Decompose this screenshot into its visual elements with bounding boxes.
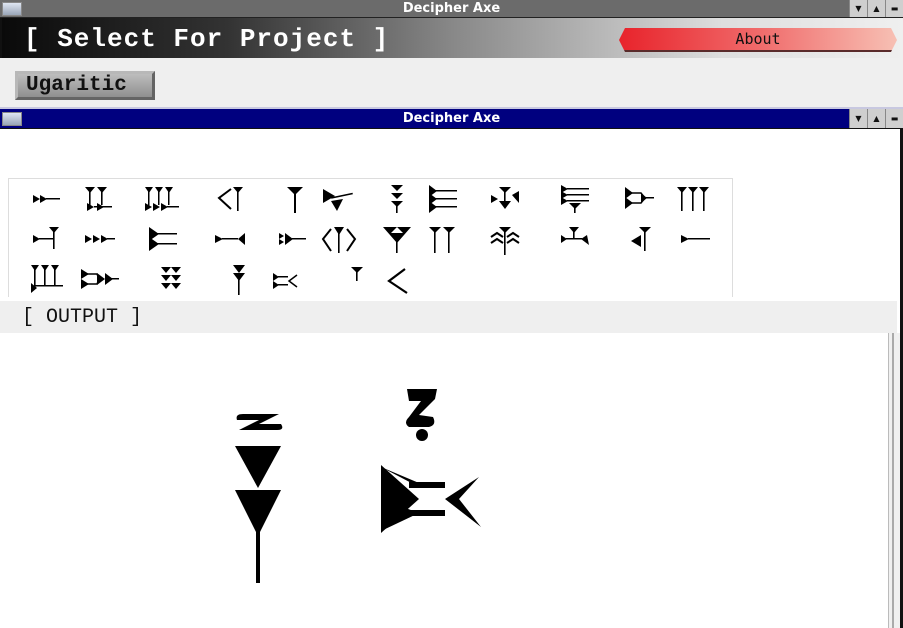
glyph-13-icon: [33, 227, 59, 249]
key-glyph-25[interactable]: [25, 261, 69, 297]
output-label: [ OUTPUT ]: [22, 306, 143, 329]
output-area: [14, 333, 886, 628]
page-title: [ Select For Project ]: [24, 24, 390, 54]
close-button[interactable]: ▬: [885, 0, 903, 17]
key-glyph-31[interactable]: [375, 261, 419, 297]
glyph-23-icon: [631, 227, 651, 251]
project-ugaritic-button[interactable]: Ugaritic: [15, 71, 155, 100]
glyph-28-icon: [233, 265, 245, 295]
key-glyph-1[interactable]: [25, 181, 69, 217]
main-title-bar[interactable]: Decipher Axe ▼ ▲ ▬: [0, 0, 903, 18]
glyph-15-icon: [149, 227, 177, 251]
key-glyph-14[interactable]: [77, 221, 121, 257]
key-glyph-21[interactable]: [483, 221, 527, 257]
key-glyph-27[interactable]: [149, 261, 193, 297]
subwindow-maximize-button[interactable]: ▲: [867, 109, 885, 128]
key-glyph-10[interactable]: [553, 181, 597, 217]
keyboard-row: [9, 261, 732, 299]
glyph-2-icon: [85, 187, 112, 211]
key-glyph-3[interactable]: [141, 181, 185, 217]
subwindow-title: Decipher Axe: [402, 111, 501, 126]
glyph-27-icon: [161, 267, 181, 289]
glyph-7-icon: [391, 185, 403, 213]
output-scrollbar[interactable]: [888, 333, 900, 628]
glyph-24-icon: [681, 235, 710, 243]
key-glyph-15[interactable]: [141, 221, 185, 257]
about-button[interactable]: About: [619, 28, 897, 52]
glyph-22-icon: [561, 227, 589, 245]
glyph-8-icon: [429, 185, 457, 213]
glyph-6-icon: [323, 189, 353, 211]
key-glyph-16[interactable]: [209, 221, 253, 257]
key-glyph-9[interactable]: [483, 181, 527, 217]
key-glyph-28[interactable]: [217, 261, 261, 297]
glyph-keyboard: [8, 178, 733, 297]
key-glyph-5[interactable]: [273, 181, 317, 217]
glyph-3-icon: [145, 187, 179, 211]
key-glyph-19[interactable]: [375, 221, 419, 257]
output-glyph-2: [381, 389, 481, 533]
glyph-1-icon: [33, 195, 60, 203]
subwindow-menu-icon[interactable]: [2, 112, 22, 126]
key-glyph-23[interactable]: [617, 221, 661, 257]
key-glyph-30[interactable]: [335, 261, 379, 297]
key-glyph-22[interactable]: [553, 221, 597, 257]
output-glyph-1: [235, 414, 283, 583]
decipher-subwindow: [ OUTPUT ]: [0, 128, 903, 628]
key-glyph-13[interactable]: [25, 221, 69, 257]
key-glyph-29[interactable]: [265, 261, 309, 297]
minimize-button[interactable]: ▼: [849, 0, 867, 17]
key-glyph-24[interactable]: [673, 221, 717, 257]
key-glyph-18[interactable]: [317, 221, 361, 257]
glyph-21-icon: [490, 227, 520, 255]
subwindow-close-button[interactable]: ▬: [885, 109, 903, 128]
header-banner: [ Select For Project ] About: [0, 18, 903, 58]
window-menu-icon[interactable]: [2, 2, 22, 16]
key-glyph-6[interactable]: [317, 181, 361, 217]
glyph-10-icon: [561, 185, 589, 213]
glyph-31-icon: [387, 268, 408, 294]
glyph-29-icon: [273, 273, 298, 289]
glyph-9-icon: [491, 187, 519, 209]
key-glyph-20[interactable]: [421, 221, 465, 257]
glyph-5-icon: [287, 187, 303, 213]
maximize-button[interactable]: ▲: [867, 0, 885, 17]
key-glyph-8[interactable]: [421, 181, 465, 217]
key-glyph-11[interactable]: [617, 181, 661, 217]
glyph-26-icon: [81, 269, 119, 289]
glyph-16-icon: [215, 233, 245, 245]
glyph-25-icon: [31, 265, 63, 293]
key-glyph-7[interactable]: [375, 181, 419, 217]
glyph-14-icon: [85, 235, 115, 243]
glyph-4-icon: [217, 187, 243, 211]
key-glyph-2[interactable]: [77, 181, 121, 217]
subwindow-title-bar[interactable]: Decipher Axe ▼ ▲ ▬: [0, 107, 903, 128]
output-header: [ OUTPUT ]: [0, 301, 897, 333]
key-glyph-17[interactable]: [273, 221, 317, 257]
key-glyph-12[interactable]: [673, 181, 717, 217]
key-glyph-4[interactable]: [209, 181, 253, 217]
glyph-19-icon: [383, 227, 411, 253]
glyph-20-icon: [429, 227, 455, 253]
glyph-17-icon: [279, 233, 306, 245]
keyboard-row: [9, 221, 732, 259]
glyph-12-icon: [677, 187, 709, 211]
key-glyph-26[interactable]: [77, 261, 121, 297]
keyboard-row: [9, 181, 732, 219]
glyph-18-icon: [321, 227, 357, 253]
subwindow-minimize-button[interactable]: ▼: [849, 109, 867, 128]
glyph-11-icon: [625, 187, 654, 209]
window-title: Decipher Axe: [402, 1, 501, 16]
glyph-30-icon: [351, 267, 363, 281]
